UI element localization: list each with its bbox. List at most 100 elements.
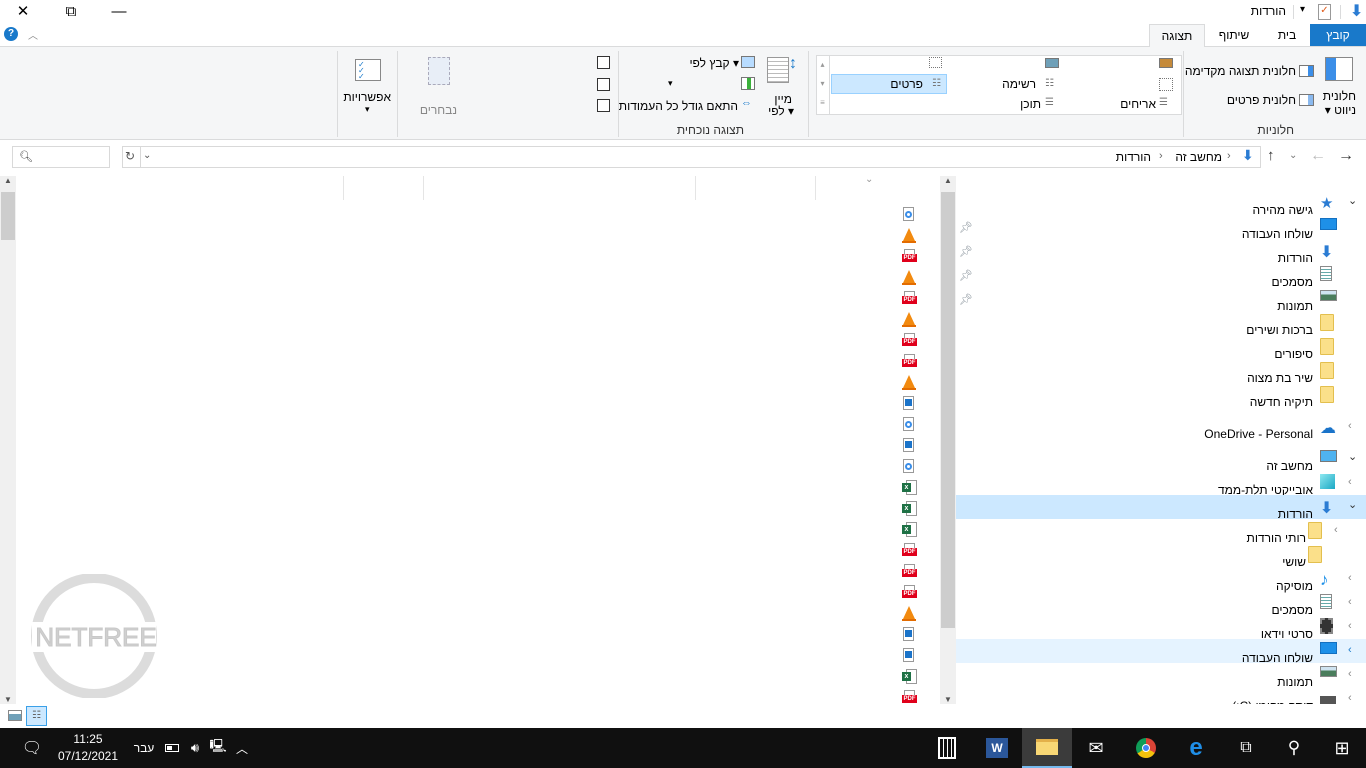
forward-button[interactable]: ← xyxy=(1310,147,1326,165)
address-dropdown[interactable]: ⌄ xyxy=(143,150,151,161)
up-button[interactable]: ↑ xyxy=(1267,147,1275,164)
file-row[interactable] xyxy=(16,415,940,436)
action-center-icon[interactable]: 🗨︎ xyxy=(16,728,48,768)
file-row[interactable] xyxy=(16,310,940,331)
breadcrumb-chevron[interactable]: › xyxy=(1159,150,1163,162)
file-row[interactable]: PDF xyxy=(16,331,940,352)
nav-item[interactable]: ★ גישה מהירה ⌄ xyxy=(956,191,1366,217)
pin-icon[interactable]: 📌︎ xyxy=(959,245,973,258)
file-row[interactable] xyxy=(16,436,940,457)
scrollbar-thumb[interactable] xyxy=(1,192,15,240)
file-explorer-taskbar-button[interactable] xyxy=(1022,728,1072,768)
view-details-button[interactable] xyxy=(831,74,947,94)
view-tiles-button[interactable]: אריחים xyxy=(1120,97,1156,111)
details-pane-button[interactable]: חלונית פרטים xyxy=(1227,93,1296,107)
file-row[interactable] xyxy=(16,268,940,289)
start-button[interactable]: ⊞ xyxy=(1318,728,1366,768)
file-row[interactable]: PDF xyxy=(16,247,940,268)
breadcrumb-downloads[interactable]: הורדות xyxy=(1116,150,1151,164)
properties-icon[interactable]: ✓ xyxy=(1318,4,1331,20)
chevron-down-icon[interactable]: ⌄ xyxy=(1348,498,1357,511)
nav-item[interactable]: מסמכים 📌︎ xyxy=(956,263,1366,289)
options-button[interactable]: אפשרויות xyxy=(343,90,391,104)
details-view-button[interactable]: ☷ xyxy=(26,706,47,726)
help-icon[interactable]: ? xyxy=(4,27,18,41)
nav-item[interactable]: רותי הורדות ‹ xyxy=(956,519,1366,545)
nav-item[interactable]: תמונות ‹ xyxy=(956,663,1366,689)
nav-item[interactable]: שיר בת מצוה xyxy=(956,359,1366,385)
calculator-icon[interactable] xyxy=(922,728,972,768)
chevron-left-icon[interactable]: ‹ xyxy=(1348,644,1352,656)
search-taskbar-button[interactable]: ⚲ xyxy=(1270,728,1318,768)
chevron-left-icon[interactable]: ‹ xyxy=(1348,572,1352,584)
quick-access-toolbar-dropdown[interactable]: ▾ xyxy=(1300,4,1305,15)
file-row[interactable]: x xyxy=(16,478,940,499)
nav-item[interactable]: שושי xyxy=(956,543,1366,569)
breadcrumb-chevron[interactable]: › xyxy=(1227,150,1231,162)
word-icon[interactable]: W xyxy=(972,728,1022,768)
nav-item[interactable]: מסמכים ‹ xyxy=(956,591,1366,617)
nav-item[interactable]: ברכות ושירים xyxy=(956,311,1366,337)
preview-pane-button[interactable]: חלונית תצוגה מקדימה xyxy=(1185,64,1296,78)
nav-item[interactable]: דיסק מקומי (C:) ‹ xyxy=(956,687,1366,704)
pin-icon[interactable]: 📌︎ xyxy=(959,269,973,282)
file-row[interactable] xyxy=(16,373,940,394)
nav-pane-scrollbar[interactable]: ▲ ▼ xyxy=(940,176,956,704)
edge-icon[interactable]: e xyxy=(1172,728,1220,768)
file-row[interactable]: PDF xyxy=(16,541,940,562)
scrollbar-thumb[interactable] xyxy=(941,192,955,628)
pin-icon[interactable]: 📌︎ xyxy=(959,293,973,306)
chevron-left-icon[interactable]: ‹ xyxy=(1348,668,1352,680)
file-row[interactable] xyxy=(16,205,940,226)
chevron-down-icon[interactable]: ⌄ xyxy=(1348,194,1357,207)
chevron-down-icon[interactable]: ⌄ xyxy=(1348,450,1357,463)
nav-item[interactable]: סיפורים xyxy=(956,335,1366,361)
item-checkboxes-checkbox[interactable] xyxy=(597,56,610,69)
file-row[interactable]: PDF xyxy=(16,352,940,373)
fit-columns-button[interactable]: התאם גודל כל העמודות xyxy=(619,99,738,113)
maximize-button[interactable]: ⧉ xyxy=(48,0,94,22)
column-divider[interactable] xyxy=(343,176,344,200)
small-icons-button[interactable] xyxy=(1159,78,1173,91)
file-row[interactable]: x xyxy=(16,499,940,520)
tab-home[interactable]: בית xyxy=(1264,24,1310,46)
tab-share[interactable]: שיתוף xyxy=(1206,24,1262,46)
minimize-button[interactable]: — xyxy=(96,0,142,22)
nav-item[interactable]: שולחו העבודה ‹ xyxy=(956,639,1366,665)
gallery-scroll[interactable]: ▴ ▾ ≡ xyxy=(816,55,830,115)
chrome-icon[interactable] xyxy=(1122,728,1170,768)
navigation-pane-button-line2[interactable]: ניווט ▾ xyxy=(1325,103,1356,117)
chevron-left-icon[interactable]: ‹ xyxy=(1348,420,1352,432)
options-dropdown[interactable]: ▾ xyxy=(365,104,370,115)
file-row[interactable] xyxy=(16,226,940,247)
chevron-left-icon[interactable]: ‹ xyxy=(1334,524,1338,536)
view-list-button[interactable]: רשימה xyxy=(1002,77,1036,91)
nav-item[interactable]: תיקיה חדשה xyxy=(956,383,1366,409)
group-by-button[interactable]: ▾ קבץ לפי xyxy=(689,56,739,70)
file-extensions-checkbox[interactable] xyxy=(597,78,610,91)
large-icons-button[interactable] xyxy=(1045,58,1059,68)
close-button[interactable]: ✕ xyxy=(0,0,46,22)
network-icon[interactable]: 🖳︎ xyxy=(206,728,230,768)
input-language[interactable]: עבר xyxy=(128,728,160,768)
battery-icon[interactable] xyxy=(160,728,184,768)
add-columns-icon[interactable] xyxy=(741,77,755,90)
task-view-button[interactable]: ⧉ xyxy=(1222,728,1270,768)
file-row[interactable] xyxy=(16,394,940,415)
hidden-items-checkbox[interactable] xyxy=(597,99,610,112)
nav-item[interactable]: תמונות 📌︎ xyxy=(956,287,1366,313)
breadcrumb-this-pc[interactable]: מחשב זה xyxy=(1175,150,1222,164)
pin-icon[interactable]: 📌︎ xyxy=(959,221,973,234)
nav-item[interactable]: אובייקטי תלת-ממד ‹ xyxy=(956,471,1366,497)
nav-item[interactable]: ☁ OneDrive - Personal ‹ xyxy=(956,415,1366,441)
nav-item[interactable]: ♪ מוסיקה ‹ xyxy=(956,567,1366,593)
file-row[interactable]: x xyxy=(16,520,940,541)
nav-item[interactable]: ⬇ הורדות ⌄ xyxy=(956,495,1366,521)
nav-item[interactable]: שולחו העבודה 📌︎ xyxy=(956,215,1366,241)
file-list-scrollbar[interactable]: ▲ ▼ xyxy=(0,176,16,704)
refresh-button[interactable]: ↻ xyxy=(125,149,135,163)
medium-icons-button[interactable] xyxy=(929,57,942,68)
nav-item[interactable]: סרטי וידאו ‹ xyxy=(956,615,1366,641)
sort-by-button-line2[interactable]: ▾ לפי xyxy=(768,104,794,118)
tab-view[interactable]: תצוגה xyxy=(1149,24,1205,47)
